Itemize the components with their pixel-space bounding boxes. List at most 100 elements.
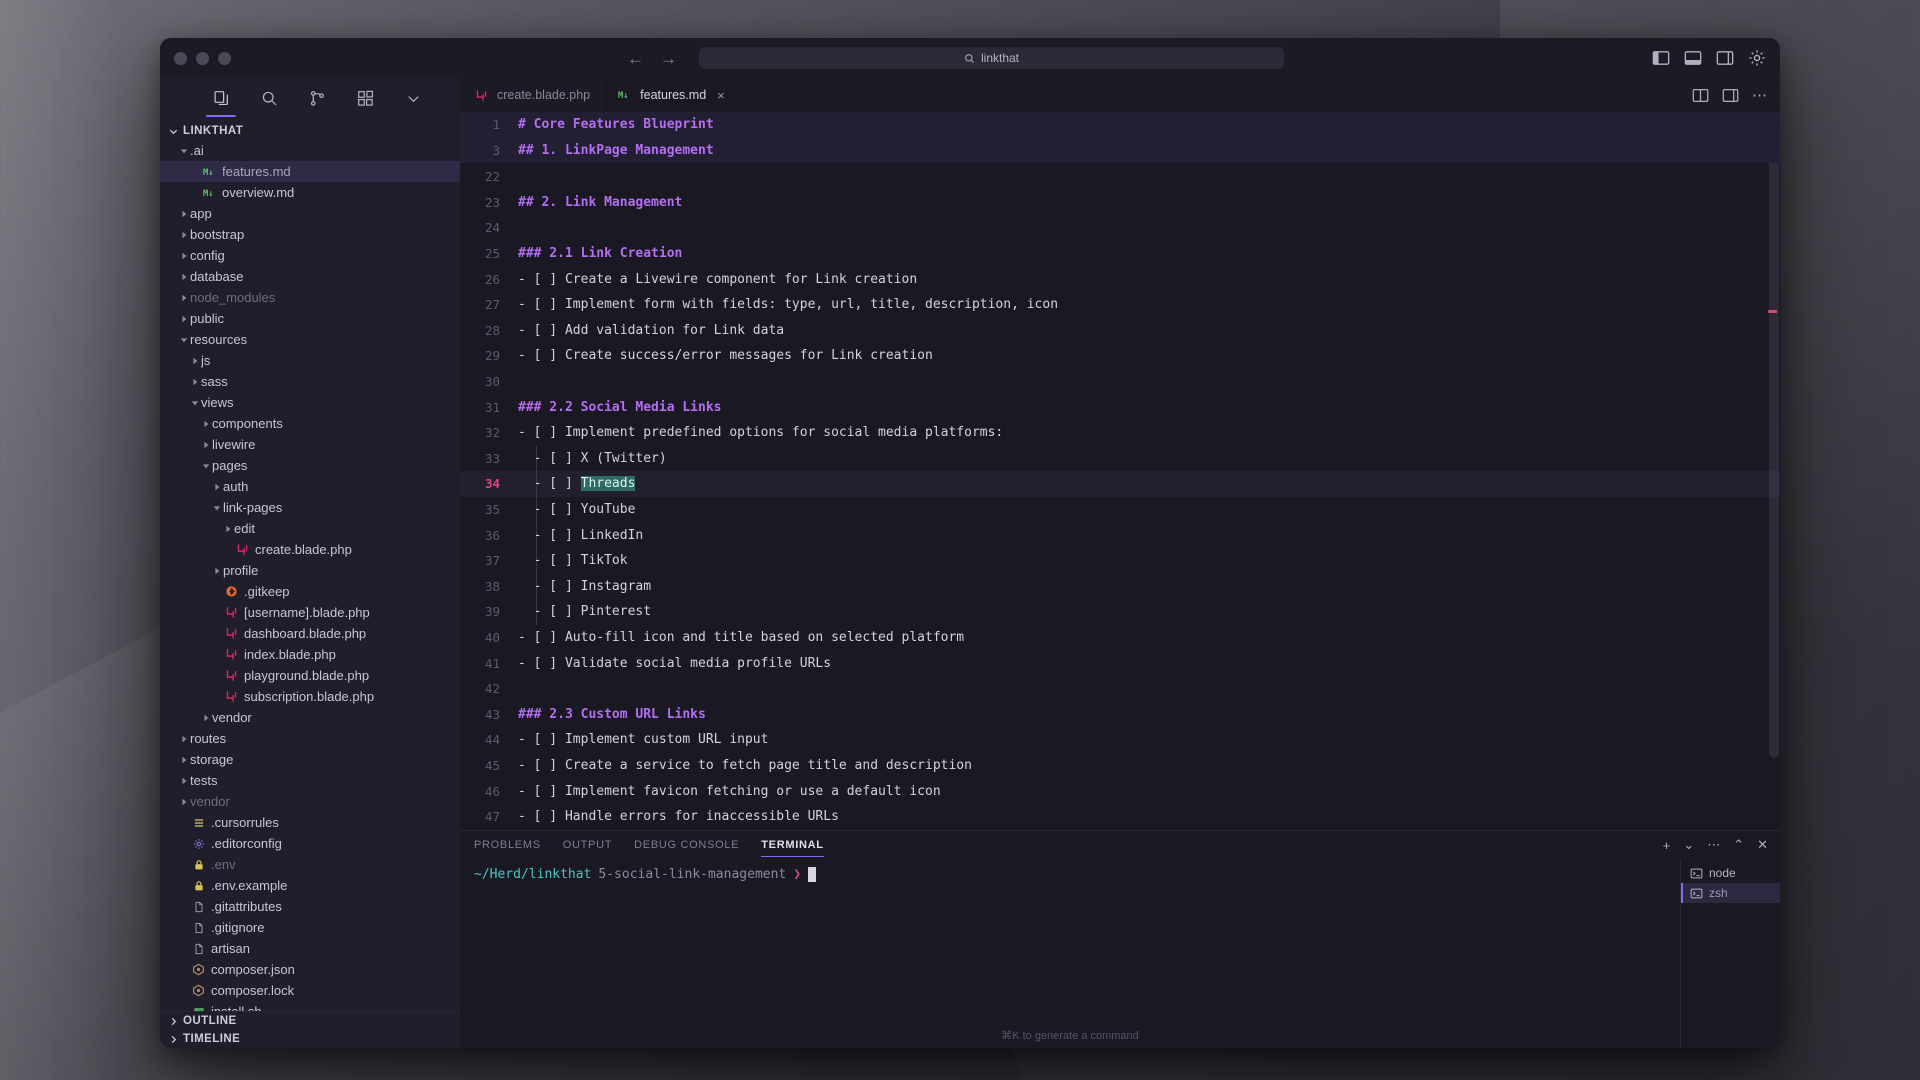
- code-line[interactable]: 45 - [ ] Create a service to fetch page t…: [460, 753, 1780, 779]
- tree-file[interactable]: playground.blade.php: [160, 665, 460, 686]
- tree-folder[interactable]: node_modules: [160, 287, 460, 308]
- code-line[interactable]: 3 ## 1. LinkPage Management: [460, 138, 1780, 164]
- zoom-window-button[interactable]: [218, 51, 231, 65]
- tree-folder[interactable]: pages: [160, 455, 460, 476]
- code-line[interactable]: 24: [460, 215, 1780, 241]
- minimize-window-button[interactable]: [196, 51, 209, 65]
- tree-folder[interactable]: vendor: [160, 791, 460, 812]
- tree-file[interactable]: install.sh: [160, 1001, 460, 1011]
- code-line[interactable]: 31 ### 2.2 Social Media Links: [460, 394, 1780, 420]
- tree-file[interactable]: subscription.blade.php: [160, 686, 460, 707]
- split-editor-icon[interactable]: [1692, 87, 1709, 104]
- tree-folder[interactable]: livewire: [160, 434, 460, 455]
- tree-file[interactable]: index.blade.php: [160, 644, 460, 665]
- tree-folder[interactable]: components: [160, 413, 460, 434]
- maximize-panel-icon[interactable]: ⌃: [1733, 837, 1744, 853]
- outline-section[interactable]: OUTLINE: [160, 1012, 460, 1030]
- tree-file[interactable]: .editorconfig: [160, 833, 460, 854]
- panel-tab[interactable]: OUTPUT: [563, 834, 612, 856]
- tree-folder[interactable]: edit: [160, 518, 460, 539]
- tree-file[interactable]: .cursorrules: [160, 812, 460, 833]
- code-line[interactable]: 47 - [ ] Handle errors for inaccessible U…: [460, 804, 1780, 830]
- tree-file[interactable]: .env: [160, 854, 460, 875]
- tree-folder[interactable]: public: [160, 308, 460, 329]
- activity-search-icon[interactable]: [259, 88, 279, 108]
- code-line[interactable]: 22: [460, 164, 1780, 190]
- tree-folder[interactable]: link-pages: [160, 497, 460, 518]
- panel-tab[interactable]: DEBUG CONSOLE: [634, 834, 739, 856]
- more-actions-icon[interactable]: ⋯: [1707, 837, 1720, 853]
- code-line[interactable]: 41 - [ ] Validate social media profile UR…: [460, 650, 1780, 676]
- tree-folder[interactable]: config: [160, 245, 460, 266]
- code-line[interactable]: 23 ## 2. Link Management: [460, 190, 1780, 216]
- tree-folder[interactable]: app: [160, 203, 460, 224]
- terminal-tab[interactable]: node: [1681, 863, 1780, 883]
- terminal-tab[interactable]: zsh: [1681, 883, 1780, 903]
- code-line[interactable]: 26 - [ ] Create a Livewire component for …: [460, 266, 1780, 292]
- close-window-button[interactable]: [174, 51, 187, 65]
- tree-file[interactable]: [username].blade.php: [160, 602, 460, 623]
- back-arrow-icon[interactable]: ←: [627, 50, 644, 67]
- tree-file[interactable]: M↓ features.md: [160, 161, 460, 182]
- panel-tab[interactable]: PROBLEMS: [474, 834, 541, 856]
- explorer-root-header[interactable]: LINKTHAT: [160, 122, 460, 140]
- code-line[interactable]: 28 - [ ] Add validation for Link data: [460, 318, 1780, 344]
- code-editor[interactable]: 1 # Core Features Blueprint 3 ## 1. LinkPag…: [460, 112, 1780, 830]
- toggle-layout-icon[interactable]: [1722, 87, 1739, 104]
- editor-tab[interactable]: M↓ features.md ×: [603, 78, 738, 112]
- code-line[interactable]: 43 ### 2.3 Custom URL Links: [460, 701, 1780, 727]
- tree-file[interactable]: composer.json: [160, 959, 460, 980]
- terminal[interactable]: ~/Herd/linkthat 5-social-link-management…: [460, 859, 1680, 1048]
- editor-scrollbar[interactable]: [1767, 112, 1780, 830]
- code-line[interactable]: 35 - [ ] YouTube: [460, 497, 1780, 523]
- code-line[interactable]: 25 ### 2.1 Link Creation: [460, 241, 1780, 267]
- code-line[interactable]: 30: [460, 369, 1780, 395]
- tree-folder[interactable]: resources: [160, 329, 460, 350]
- tree-folder[interactable]: views: [160, 392, 460, 413]
- activity-source-control-icon[interactable]: [307, 88, 327, 108]
- tree-folder[interactable]: storage: [160, 749, 460, 770]
- code-line[interactable]: 46 - [ ] Implement favicon fetching or us…: [460, 778, 1780, 804]
- code-line[interactable]: 29 - [ ] Create success/error messages fo…: [460, 343, 1780, 369]
- code-line[interactable]: 37 - [ ] TikTok: [460, 548, 1780, 574]
- terminal-dropdown-icon[interactable]: ⌄: [1683, 837, 1694, 853]
- tree-file[interactable]: .env.example: [160, 875, 460, 896]
- code-line-current[interactable]: 34 - [ ] Threads: [460, 471, 1780, 497]
- toggle-secondary-sidebar-icon[interactable]: [1716, 49, 1734, 67]
- code-line[interactable]: 36 - [ ] LinkedIn: [460, 522, 1780, 548]
- activity-extensions-icon[interactable]: [355, 88, 375, 108]
- gear-icon[interactable]: [1748, 49, 1766, 67]
- tree-file[interactable]: create.blade.php: [160, 539, 460, 560]
- tree-folder[interactable]: bootstrap: [160, 224, 460, 245]
- tree-file[interactable]: dashboard.blade.php: [160, 623, 460, 644]
- tree-folder[interactable]: database: [160, 266, 460, 287]
- new-terminal-icon[interactable]: +: [1663, 838, 1671, 853]
- editor-tab[interactable]: create.blade.php: [460, 78, 604, 112]
- tree-folder[interactable]: tests: [160, 770, 460, 791]
- toggle-panel-icon[interactable]: [1684, 49, 1702, 67]
- code-line[interactable]: 32 - [ ] Implement predefined options for…: [460, 420, 1780, 446]
- code-line[interactable]: 40 - [ ] Auto-fill icon and title based o…: [460, 625, 1780, 651]
- tree-file[interactable]: .gitkeep: [160, 581, 460, 602]
- activity-more-icon[interactable]: [403, 88, 423, 108]
- code-line[interactable]: 1 # Core Features Blueprint: [460, 112, 1780, 138]
- toggle-primary-sidebar-icon[interactable]: [1652, 49, 1670, 67]
- tree-file[interactable]: .gitignore: [160, 917, 460, 938]
- tree-folder[interactable]: vendor: [160, 707, 460, 728]
- tree-folder[interactable]: profile: [160, 560, 460, 581]
- tree-folder[interactable]: js: [160, 350, 460, 371]
- command-search-bar[interactable]: linkthat: [699, 47, 1284, 69]
- activity-explorer-icon[interactable]: [206, 88, 236, 117]
- close-tab-icon[interactable]: ×: [717, 88, 725, 103]
- tree-folder[interactable]: .ai: [160, 140, 460, 161]
- code-line[interactable]: 42: [460, 676, 1780, 702]
- close-panel-icon[interactable]: ✕: [1757, 837, 1768, 853]
- more-editor-actions-icon[interactable]: ⋯: [1752, 86, 1768, 104]
- code-content[interactable]: 22 23 ## 2. Link Management 24 25 ### 2.1 Lin…: [460, 164, 1780, 830]
- tree-file[interactable]: composer.lock: [160, 980, 460, 1001]
- tree-file[interactable]: .gitattributes: [160, 896, 460, 917]
- timeline-section[interactable]: TIMELINE: [160, 1030, 460, 1048]
- code-line[interactable]: 27 - [ ] Implement form with fields: type…: [460, 292, 1780, 318]
- tree-file[interactable]: artisan: [160, 938, 460, 959]
- panel-tab[interactable]: TERMINAL: [761, 834, 825, 857]
